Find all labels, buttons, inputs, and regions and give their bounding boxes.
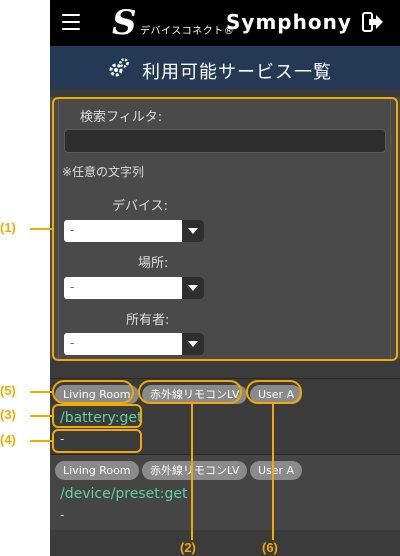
- owner-tag[interactable]: User A: [250, 461, 303, 480]
- callout-line: [30, 440, 52, 442]
- page-title: 利用可能サービス一覧: [142, 62, 332, 83]
- device-tag[interactable]: 赤外線リモコンLV: [142, 461, 248, 480]
- brand-name-en: Symphony: [226, 10, 352, 34]
- brand-logo-mark: S: [112, 3, 137, 43]
- callout-label: (2): [180, 540, 196, 555]
- service-path: /device/preset:get: [60, 486, 188, 502]
- top-bar: S デバイスコネクト® Symphony: [50, 0, 400, 46]
- callout-label: (1): [0, 220, 16, 235]
- callout-box-filter: [52, 97, 398, 361]
- callout-label: (6): [262, 540, 278, 555]
- callout-label: (4): [0, 432, 16, 447]
- callout-box-path: [52, 404, 142, 428]
- service-item[interactable]: Living Room 赤外線リモコンLV User A /device/pre…: [50, 454, 400, 530]
- divider: [50, 454, 400, 455]
- divider: [50, 378, 400, 379]
- callout-label: (5): [0, 383, 16, 398]
- callout-box-description: [52, 429, 142, 453]
- callout-box-place-tag: [52, 380, 134, 404]
- hamburger-menu-icon[interactable]: [62, 14, 80, 30]
- brand-name-jp: デバイスコネクト®: [140, 26, 235, 37]
- callout-line: [30, 391, 52, 393]
- callout-line: [272, 404, 274, 540]
- callout-line: [191, 404, 193, 540]
- place-tag[interactable]: Living Room: [55, 461, 139, 480]
- page-title-bar: 利用可能サービス一覧: [50, 46, 400, 90]
- gear-icon: [109, 58, 129, 77]
- callout-box-owner-tag: [246, 380, 302, 404]
- callout-box-device-tag: [138, 380, 242, 404]
- callout-line: [30, 228, 52, 230]
- callout-line: [30, 415, 52, 417]
- service-description: -: [60, 508, 65, 522]
- logout-icon[interactable]: [362, 12, 384, 32]
- callout-label: (3): [0, 407, 16, 422]
